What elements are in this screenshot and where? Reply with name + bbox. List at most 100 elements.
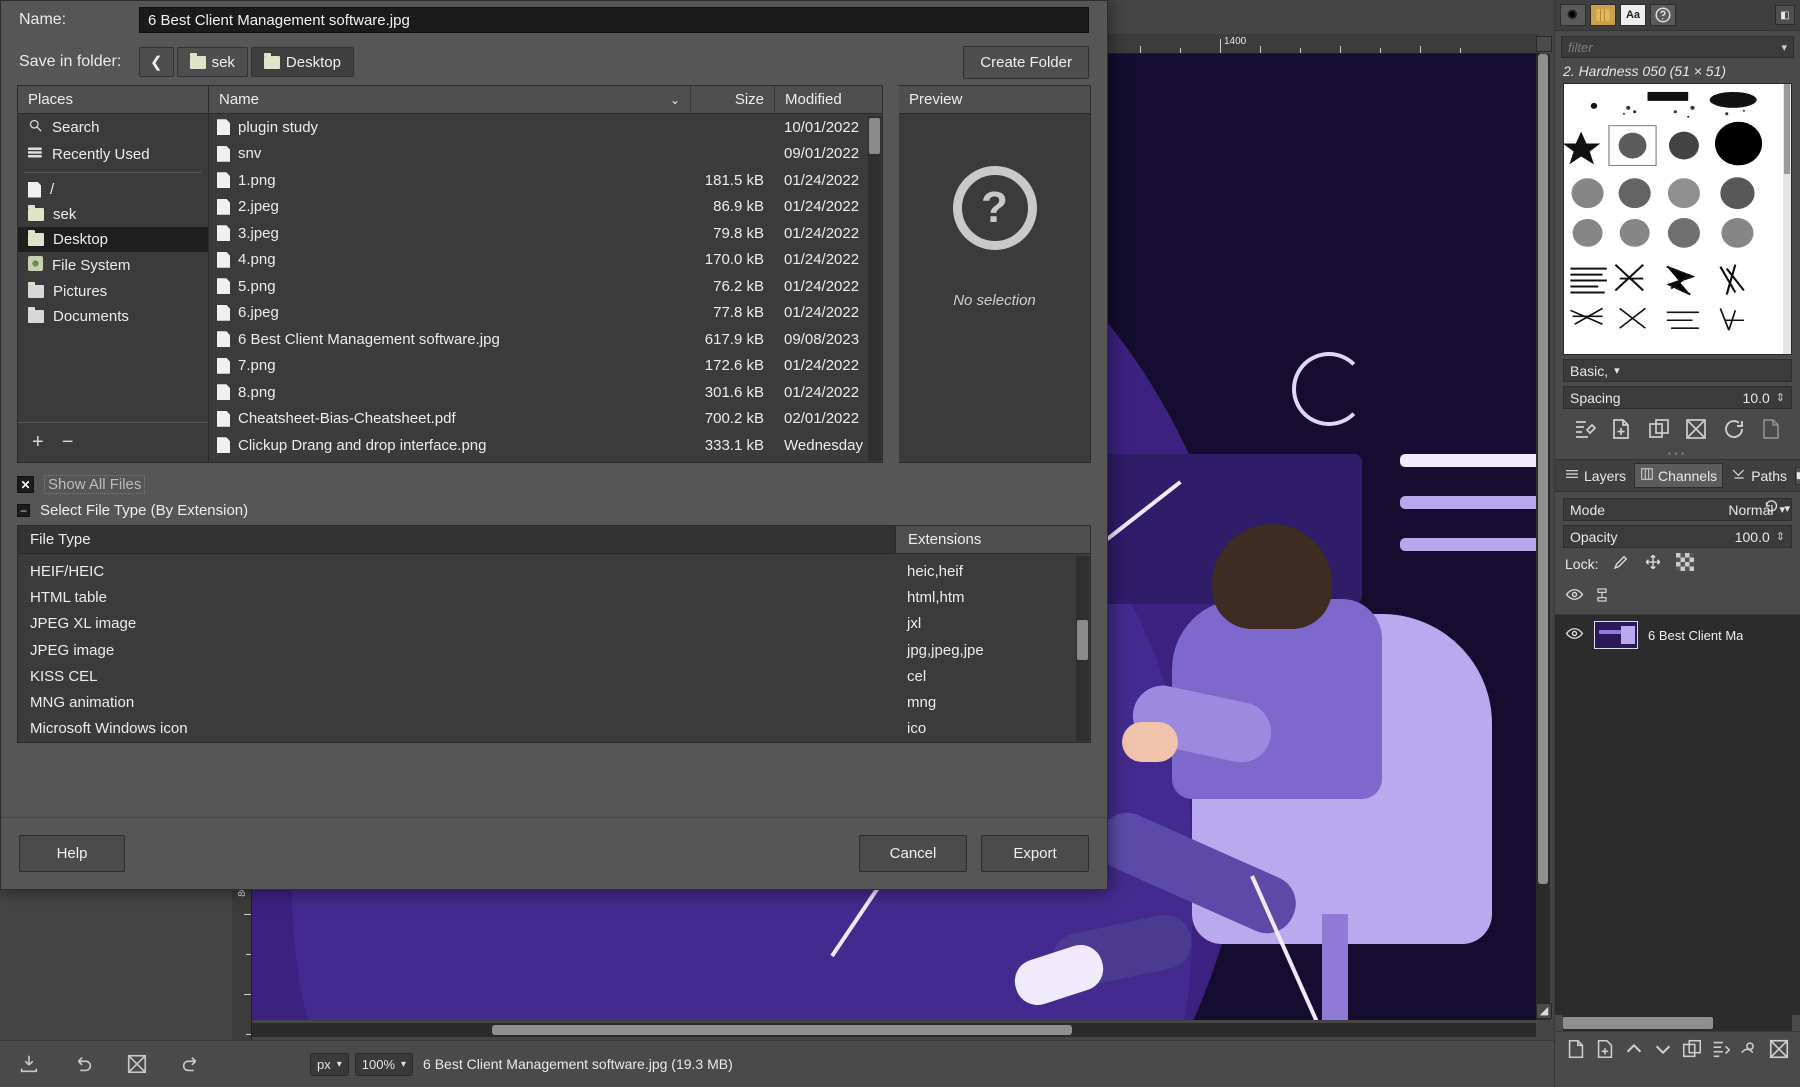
sidebar-item-recently-used[interactable]: Recently Used [18, 141, 208, 168]
anchor-layer-icon[interactable] [1710, 1038, 1732, 1060]
lock-position-icon[interactable] [1644, 553, 1662, 574]
file-type-row[interactable]: MNG animationmng [18, 689, 1090, 715]
add-mask-icon[interactable] [1739, 1038, 1761, 1060]
brush-set-selector[interactable]: Basic, ▾ [1563, 359, 1792, 382]
dock-menu-button[interactable]: ◧ [1775, 5, 1795, 25]
breadcrumb-back-button[interactable]: ❮ [139, 47, 174, 77]
help-button[interactable]: Help [19, 835, 125, 872]
column-header-file-type[interactable]: File Type [18, 526, 895, 553]
layer-mode-selector[interactable]: Mode Normal ▾ [1563, 498, 1792, 521]
table-row[interactable]: plugin study10/01/2022 [209, 114, 882, 141]
sidebar-item-pictures[interactable]: Pictures [18, 279, 208, 304]
sidebar-item-search[interactable]: Search [18, 114, 208, 141]
link-layer-icon[interactable] [1594, 586, 1610, 608]
delete-layer-icon[interactable] [1768, 1038, 1790, 1060]
select-file-type-expander[interactable]: − Select File Type (By Extension) [1, 496, 1107, 523]
sidebar-item-desktop[interactable]: Desktop [18, 227, 208, 252]
table-row[interactable]: 4.png170.0 kB01/24/2022 [209, 247, 882, 274]
column-header-name[interactable]: Name ⌄ [209, 86, 690, 113]
spacing-slider[interactable]: Spacing 10.0 ⇕ [1563, 386, 1792, 409]
brush-grid[interactable] [1563, 83, 1792, 355]
ruler-corner-button[interactable] [1536, 36, 1552, 52]
file-list-scrollbar[interactable] [868, 116, 881, 461]
spinner-icon[interactable]: ⇕ [1776, 391, 1785, 404]
file-list[interactable]: Name ⌄ Size Modified plugin study10/01/2… [209, 85, 883, 463]
remove-place-button[interactable]: − [62, 431, 74, 454]
file-type-body[interactable]: HEIF/HEICheic,heifHTML tablehtml,htmJPEG… [18, 554, 1090, 742]
raise-layer-icon[interactable] [1623, 1038, 1645, 1060]
breadcrumb-item-desktop[interactable]: Desktop [251, 47, 354, 77]
navigation-preview-button[interactable]: ◢ [1536, 1003, 1552, 1019]
column-header-modified[interactable]: Modified [774, 86, 882, 113]
add-place-button[interactable]: + [32, 431, 44, 454]
table-row[interactable]: 6.jpeg77.8 kB01/24/2022 [209, 300, 882, 327]
table-row[interactable]: 2.jpeg86.9 kB01/24/2022 [209, 194, 882, 221]
sidebar-item-root[interactable]: / [18, 177, 208, 202]
cancel-x-icon[interactable] [124, 1051, 150, 1077]
filename-input[interactable] [139, 7, 1089, 33]
mode-reset-icon[interactable] [1763, 498, 1780, 519]
layer-scroll-thumb[interactable] [1563, 1017, 1713, 1029]
fonts-tab[interactable]: Aa [1620, 4, 1646, 26]
duplicate-layer-icon[interactable] [1681, 1038, 1703, 1060]
edit-brush-icon[interactable] [1572, 417, 1596, 441]
sidebar-item-documents[interactable]: Documents [18, 304, 208, 329]
undo-icon[interactable] [70, 1051, 96, 1077]
vscroll-thumb[interactable] [1538, 54, 1548, 884]
visibility-eye-icon[interactable] [1565, 624, 1584, 647]
open-brush-folder-icon[interactable] [1759, 417, 1783, 441]
table-row[interactable]: 5.png76.2 kB01/24/2022 [209, 273, 882, 300]
file-type-row[interactable]: JPEG XL imagejxl [18, 611, 1090, 637]
lock-alpha-icon[interactable] [1676, 553, 1694, 574]
zoom-selector[interactable]: 100% ▾ [355, 1053, 413, 1076]
layer-list-scrollbar[interactable] [1563, 1015, 1792, 1031]
layer-list[interactable]: 6 Best Client Ma [1555, 615, 1800, 1015]
refresh-brushes-icon[interactable] [1722, 417, 1746, 441]
table-row[interactable]: 6 Best Client Management software.jpg617… [209, 326, 882, 353]
file-type-row[interactable]: KISS CELcel [18, 663, 1090, 689]
brushes-tab[interactable] [1560, 4, 1586, 26]
export-button[interactable]: Export [981, 835, 1089, 872]
layers-menu-button[interactable]: ◧ [1795, 467, 1800, 485]
brush-grid-scrollbar[interactable] [1783, 84, 1791, 354]
file-type-scrollbar[interactable] [1076, 556, 1089, 741]
tab-channels[interactable]: Channels [1634, 463, 1723, 488]
table-row[interactable]: 3.jpeg79.8 kB01/24/2022 [209, 220, 882, 247]
file-type-row[interactable]: HEIF/HEICheic,heif [18, 558, 1090, 584]
chevron-down-icon[interactable]: ▾ [1781, 41, 1787, 54]
unit-selector[interactable]: px ▾ [310, 1053, 349, 1076]
duplicate-brush-icon[interactable] [1647, 417, 1671, 441]
tab-paths[interactable]: Paths [1726, 464, 1792, 487]
show-all-files-row[interactable]: ✕ Show All Files [1, 463, 1107, 496]
redo-icon[interactable] [178, 1051, 204, 1077]
table-row[interactable]: Cheatsheet-Bias-Cheatsheet.pdf700.2 kB02… [209, 406, 882, 433]
layer-row[interactable]: 6 Best Client Ma [1555, 615, 1800, 655]
file-scroll-thumb[interactable] [869, 118, 880, 154]
canvas-horizontal-scrollbar[interactable] [252, 1023, 1536, 1037]
sidebar-item-file-system[interactable]: File System [18, 252, 208, 279]
patterns-tab[interactable] [1590, 4, 1616, 26]
cancel-button[interactable]: Cancel [859, 835, 967, 872]
save-export-icon[interactable] [16, 1051, 42, 1077]
new-brush-icon[interactable] [1609, 417, 1633, 441]
show-all-files-checkbox[interactable]: ✕ [17, 476, 34, 493]
hscroll-thumb[interactable] [492, 1025, 1072, 1035]
create-folder-button[interactable]: Create Folder [963, 46, 1089, 79]
new-layer-group-icon[interactable] [1594, 1038, 1616, 1060]
chevron-down-icon[interactable]: ▾ [1784, 502, 1790, 515]
lower-layer-icon[interactable] [1652, 1038, 1674, 1060]
dock-drag-handle[interactable]: ••• [1555, 449, 1800, 459]
file-type-list[interactable]: File Type Extensions HEIF/HEICheic,heifH… [17, 525, 1091, 743]
column-header-extensions[interactable]: Extensions [895, 526, 1090, 553]
table-row[interactable]: 7.png172.6 kB01/24/2022 [209, 353, 882, 380]
layer-opacity-slider[interactable]: Opacity 100.0 ⇕ [1563, 525, 1792, 548]
canvas-vertical-scrollbar[interactable] [1536, 54, 1550, 1020]
file-list-body[interactable]: plugin study10/01/2022snv09/01/20221.png… [209, 114, 882, 462]
sidebar-item-sek[interactable]: sek [18, 202, 208, 227]
visibility-eye-icon[interactable] [1565, 585, 1584, 608]
tab-layers[interactable]: Layers [1559, 464, 1631, 487]
brush-filter-bar[interactable]: filter ▾ [1561, 36, 1794, 58]
expander-collapse-icon[interactable]: − [17, 504, 30, 517]
new-layer-icon[interactable] [1565, 1038, 1587, 1060]
file-type-row[interactable]: HTML tablehtml,htm [18, 584, 1090, 610]
